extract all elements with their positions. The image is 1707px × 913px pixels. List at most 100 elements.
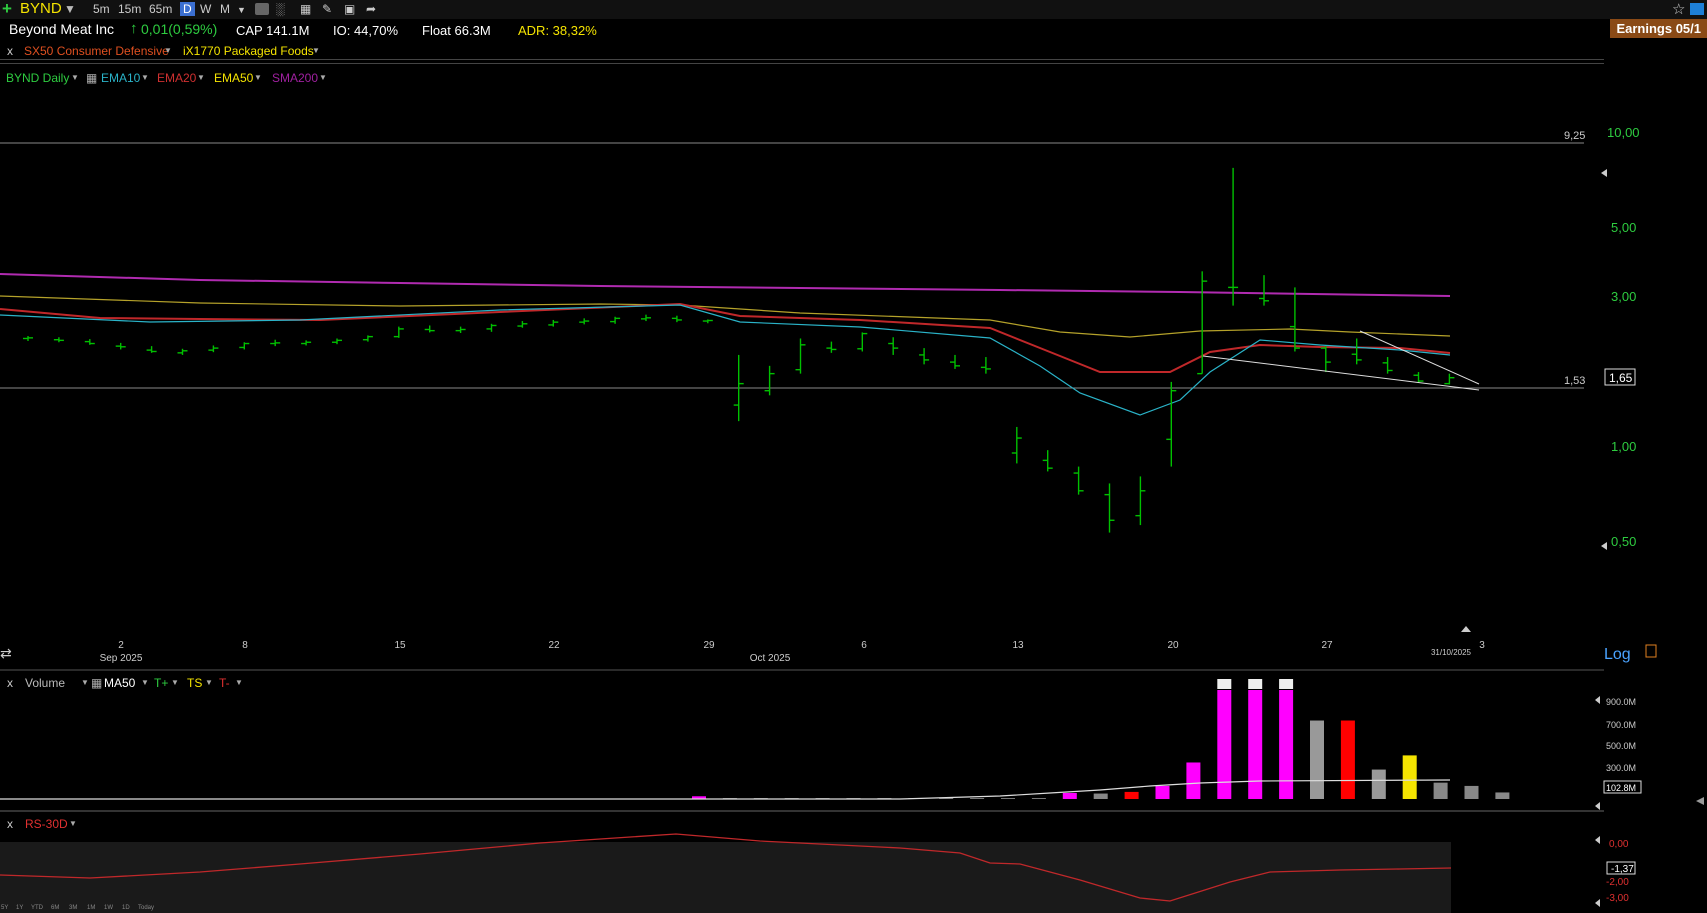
volume-bars [692,679,1510,799]
range-1d[interactable]: 1D [122,905,130,911]
month-label: Sep 2025 [100,653,143,664]
price-marker-icon [1601,542,1607,550]
volume-bar-cap [1248,679,1263,689]
volume-bar [1402,755,1417,799]
ohlc-bar [579,318,590,325]
ohlc-bar [239,342,250,350]
volume-bar [1062,793,1077,799]
scroll-left-icon[interactable]: ⇄ [0,645,12,661]
date-tick: 29 [703,640,715,651]
trendline-lower[interactable] [1202,355,1480,391]
ohlc-bar [1413,372,1424,383]
ohlc-bar [332,338,342,345]
ohlc-bar [857,332,868,352]
ohlc-bar [486,323,497,332]
last-price-label: 1,65 [1609,371,1633,385]
ohlc-bar [115,342,126,350]
volume-tminus[interactable]: T- [219,676,230,690]
range-5y[interactable]: 5Y [1,905,8,911]
ohlc-bar [1382,357,1393,374]
volume-ts[interactable]: TS [187,676,202,690]
range-3m[interactable]: 3M [69,905,77,911]
ohlc-bar [671,315,682,323]
volume-tick: 700.0M [1606,720,1636,730]
current-date-label: 31/10/2025 [1431,648,1472,657]
ohlc-bar [1042,450,1053,472]
date-tick: 8 [242,640,248,651]
ohlc-bar [1444,373,1455,385]
date-tick: 27 [1321,640,1333,651]
price-chart[interactable]: 9,25 1,53 10,00 5,00 3,00 1,00 0,50 1,65… [0,0,1707,913]
volume-bar [1248,690,1263,799]
ohlc-bar [764,365,775,396]
date-tick: 15 [394,640,406,651]
volume-bar [1340,720,1355,799]
log-toggle[interactable]: Log [1604,646,1631,663]
ohlc-bar [53,337,64,343]
price-tick: 0,50 [1611,534,1636,549]
volume-bar [1155,785,1170,799]
volume-bar [1186,762,1201,799]
ohlc-bar [84,339,95,345]
ohlc-bar [610,316,621,324]
ohlc-bar [1351,338,1362,365]
ohlc-bar [1011,426,1022,464]
volume-bar [1279,690,1294,799]
ohlc-bar [1073,466,1084,495]
range-ytd[interactable]: YTD [31,905,43,911]
ohlc-bar [888,337,899,355]
volume-bar [1495,792,1510,799]
volume-title[interactable]: Volume [25,676,65,690]
trendline-upper[interactable] [1359,330,1480,385]
close-rs-button[interactable]: x [7,817,13,831]
volume-grid-icon[interactable]: ▦ [91,676,102,690]
tminus-dropdown-icon[interactable]: ▼ [235,678,243,687]
volume-bar [1310,720,1324,799]
volume-last-label: 102.8M [1606,783,1636,793]
price-marker-icon [1601,169,1607,177]
ohlc-bar [826,341,837,353]
rs-marker-icon [1595,899,1600,907]
date-tick: 22 [548,640,560,651]
range-today[interactable]: Today [138,905,154,911]
ohlc-bar [980,357,991,374]
ohlc-bar [1228,167,1239,306]
price-tick: 5,00 [1611,220,1636,235]
volume-tick: 500.0M [1606,741,1636,751]
ohlc-bar [517,321,528,328]
volume-tplus[interactable]: T+ [154,676,168,690]
rs-dropdown-icon[interactable]: ▼ [69,819,77,828]
close-volume-button[interactable]: x [7,676,13,690]
volume-bar [1093,793,1108,799]
ma50-dropdown-icon[interactable]: ▼ [141,678,149,687]
lock-icon[interactable] [1645,644,1657,658]
volume-bar [1001,798,1015,799]
ema20-line [0,302,1451,373]
rs-tick: 0,00 [1609,839,1629,850]
ohlc-bar [146,346,157,353]
ohlc-bar [1135,476,1146,526]
ohlc-bar [362,335,373,342]
range-1w[interactable]: 1W [104,905,113,911]
date-tick: 13 [1012,640,1024,651]
ohlc-bar [1104,483,1115,533]
date-tick: 2 [118,640,124,651]
ohlc-bar [702,319,713,324]
tplus-dropdown-icon[interactable]: ▼ [171,678,179,687]
ohlc-bar [23,336,33,341]
range-6m[interactable]: 6M [51,905,59,911]
range-1m[interactable]: 1M [87,905,95,911]
volume-ma50[interactable]: MA50 [104,676,135,690]
rs-tick: -3,00 [1606,893,1629,904]
range-1y[interactable]: 1Y [16,905,23,911]
ohlc-bar [208,345,219,353]
volume-bar [1371,769,1386,799]
volume-dropdown-icon[interactable]: ▼ [81,678,89,687]
expand-right-icon[interactable] [1696,797,1704,805]
ts-dropdown-icon[interactable]: ▼ [205,678,213,687]
rs-title[interactable]: RS-30D [25,817,68,831]
date-tick: 3 [1479,640,1485,651]
ohlc-bars [23,167,1455,533]
volume-marker-icon [1595,802,1600,810]
current-date-marker-icon [1461,626,1471,632]
